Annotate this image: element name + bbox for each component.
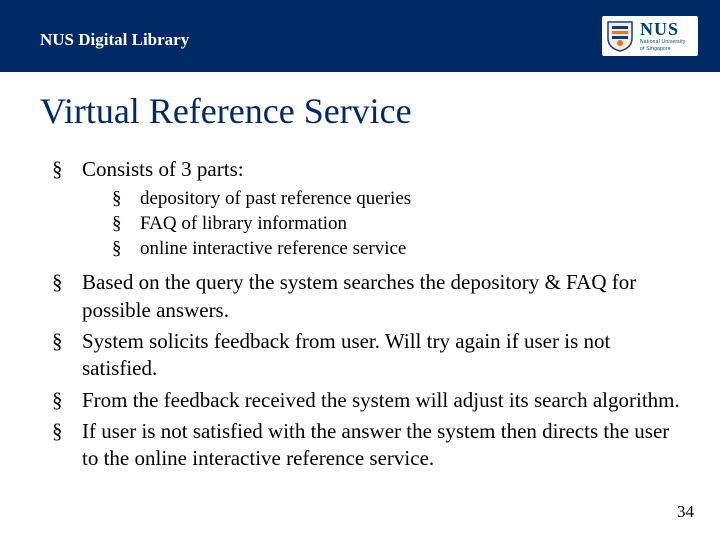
sub-bullet-list: depository of past reference queries FAQ… bbox=[82, 187, 688, 261]
list-item: System solicits feedback from user. Will… bbox=[52, 328, 688, 383]
slide-content: Virtual Reference Service Consists of 3 … bbox=[0, 72, 720, 472]
list-item: From the feedback received the system wi… bbox=[52, 387, 688, 414]
crest-icon bbox=[606, 20, 634, 52]
list-item: depository of past reference queries bbox=[112, 187, 688, 212]
list-item: Consists of 3 parts: depository of past … bbox=[52, 156, 688, 261]
bullet-text: Consists of 3 parts: bbox=[82, 157, 244, 181]
list-item: If user is not satisfied with the answer… bbox=[52, 418, 688, 473]
header-bar: NUS Digital Library NUS National Univers… bbox=[0, 0, 720, 72]
header-title: NUS Digital Library bbox=[40, 30, 189, 50]
page-number: 34 bbox=[677, 502, 694, 522]
nus-logo: NUS National University of Singapore bbox=[602, 16, 698, 56]
list-item: Based on the query the system searches t… bbox=[52, 269, 688, 324]
bullet-list: Consists of 3 parts: depository of past … bbox=[40, 156, 688, 472]
list-item: online interactive reference service bbox=[112, 237, 688, 262]
logo-sub-text-1: National University bbox=[640, 40, 685, 45]
logo-main-text: NUS bbox=[640, 20, 685, 38]
logo-sub-text-2: of Singapore bbox=[640, 47, 685, 52]
list-item: FAQ of library information bbox=[112, 212, 688, 237]
slide-title: Virtual Reference Service bbox=[40, 90, 688, 132]
